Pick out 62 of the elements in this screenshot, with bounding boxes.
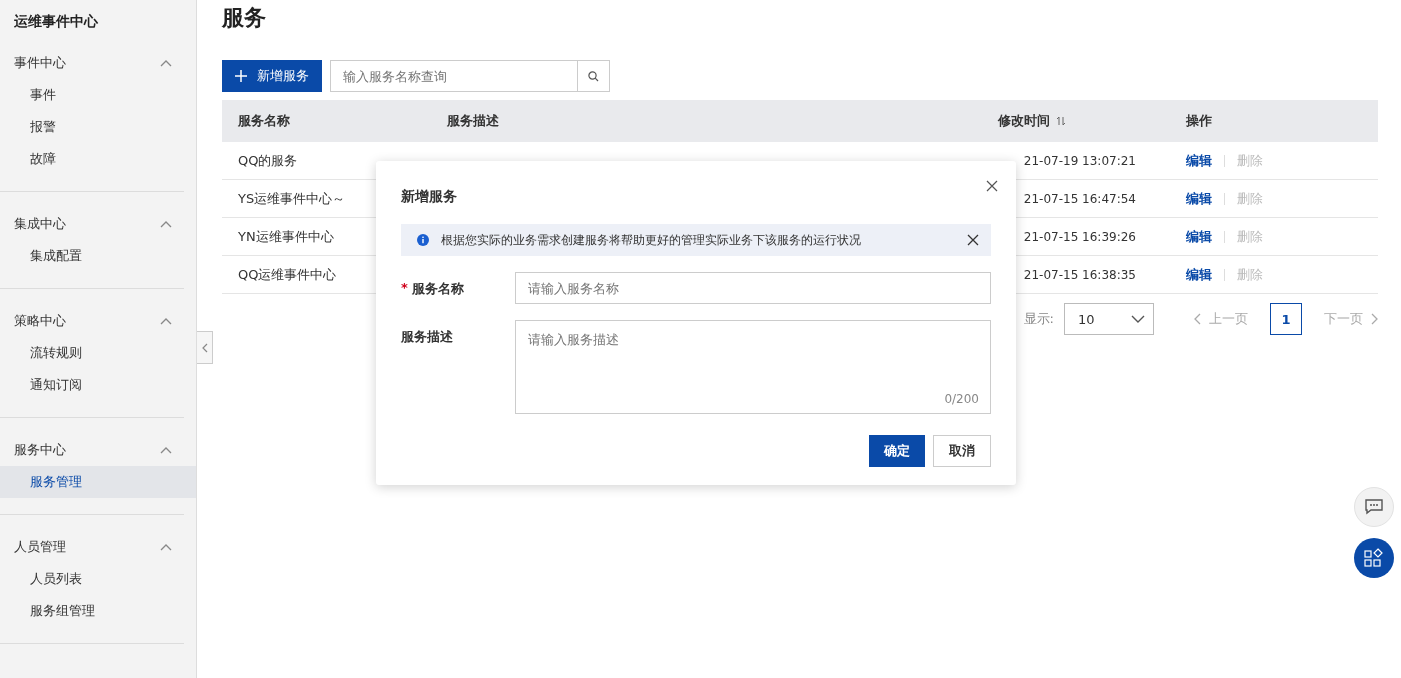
dialog-title: 新增服务 (401, 187, 457, 206)
column-header: 服务描述 (447, 112, 499, 130)
table-cell: 21-07-15 16:38:35 (1023, 267, 1136, 282)
menu-group-header[interactable]: 集成中心 (0, 208, 184, 240)
page-size-label: 显示: (1023, 310, 1054, 328)
menu-group-header[interactable]: 策略中心 (0, 305, 184, 337)
sidebar-title: 运维事件中心 (13, 12, 99, 31)
sort-icon[interactable] (1056, 116, 1066, 126)
chevron-left-icon (201, 342, 208, 353)
column-header: 操作 (1186, 112, 1212, 130)
collapse-handle[interactable] (197, 331, 213, 364)
chat-icon (1365, 499, 1383, 515)
table-cell: QQ运维事件中心 (238, 265, 337, 284)
apps-icon (1364, 548, 1384, 568)
search-field[interactable]: 输入服务名称查询 (330, 60, 578, 92)
sidebar-item[interactable]: 报警 (0, 111, 196, 143)
close-icon[interactable] (986, 180, 998, 192)
character-counter: 0/200 (944, 392, 979, 406)
sidebar-item[interactable]: 集成配置 (0, 240, 196, 272)
page-size-select[interactable]: 10 (1064, 303, 1154, 335)
chat-button[interactable] (1354, 487, 1394, 527)
field-label: 服务描述 (401, 328, 453, 346)
action-link[interactable]: 编辑 (1186, 265, 1212, 284)
sidebar-item[interactable]: 通知订阅 (0, 369, 196, 401)
table-cell: 21-07-19 13:07:21 (1023, 153, 1136, 168)
add-service-button[interactable]: 新增服务 (222, 60, 322, 92)
sidebar-item[interactable]: 故障 (0, 143, 196, 175)
cancel-button[interactable]: 取消 (933, 435, 991, 467)
table-cell: 21-07-15 16:39:26 (1023, 229, 1136, 244)
table-cell: YN运维事件中心 (238, 227, 334, 246)
column-header: 服务名称 (238, 112, 290, 130)
notice-text: 根据您实际的业务需求创建服务将帮助更好的管理实际业务下该服务的运行状况 (441, 231, 862, 249)
column-header: 修改时间 (998, 112, 1050, 130)
search-button[interactable] (578, 60, 610, 92)
plus-icon (235, 70, 247, 82)
sidebar-item[interactable]: 服务组管理 (0, 595, 196, 627)
table-cell: QQ的服务 (238, 151, 298, 170)
action-link[interactable]: 编辑 (1186, 227, 1212, 246)
table-cell: YS运维事件中心～ (238, 189, 346, 208)
sidebar-item[interactable]: 服务管理 (0, 466, 196, 498)
action-link[interactable]: 编辑 (1186, 151, 1212, 170)
search-icon (588, 70, 599, 82)
page-title: 服务 (222, 4, 267, 32)
page-number-button[interactable]: 1 (1270, 303, 1302, 335)
chevron-down-icon (1131, 315, 1145, 323)
table-cell: 21-07-15 16:47:54 (1023, 191, 1136, 206)
confirm-button[interactable]: 确定 (869, 435, 925, 467)
menu-group-header[interactable]: 服务中心 (0, 434, 184, 466)
chevron-left-icon (1194, 313, 1201, 325)
required-mark: * (401, 280, 408, 297)
menu-group-header[interactable]: 人员管理 (0, 531, 184, 563)
action-link[interactable]: 编辑 (1186, 189, 1212, 208)
input-field[interactable]: 请输入服务名称 (515, 272, 991, 304)
menu-group-header[interactable]: 事件中心 (0, 47, 184, 79)
apps-button[interactable] (1354, 538, 1394, 578)
info-icon (417, 234, 429, 246)
close-icon[interactable] (967, 234, 979, 246)
sidebar-item[interactable]: 人员列表 (0, 563, 196, 595)
sidebar-item[interactable]: 流转规则 (0, 337, 196, 369)
chevron-right-icon (1371, 313, 1378, 325)
field-label: 服务名称 (411, 280, 464, 298)
sidebar-item[interactable]: 事件 (0, 79, 196, 111)
